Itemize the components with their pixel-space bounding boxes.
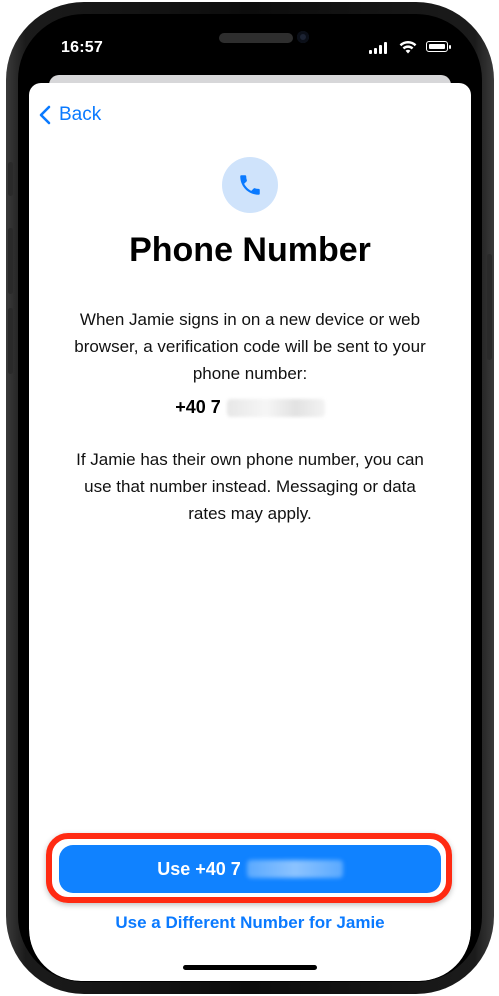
back-button[interactable]: Back (39, 101, 101, 129)
description-text: When Jamie signs in on a new device or w… (74, 310, 426, 383)
cellular-signal-icon (369, 42, 393, 54)
status-time: 16:57 (61, 39, 103, 56)
volume-down-button (8, 308, 13, 374)
redacted-number (226, 398, 325, 417)
phone-number-display: +40 7 (29, 397, 471, 418)
use-number-label: Use +40 7 (157, 858, 241, 879)
phone-icon (222, 157, 278, 213)
back-label: Back (59, 104, 102, 125)
speaker-grille (219, 33, 293, 43)
home-indicator[interactable] (183, 965, 317, 970)
front-camera (297, 31, 309, 43)
wifi-icon (399, 40, 417, 54)
volume-up-button (8, 228, 13, 294)
redacted-number-button (246, 860, 343, 878)
page-title: Phone Number (129, 231, 371, 269)
secondary-description: If Jamie has their own phone number, you… (76, 450, 424, 523)
screen: 16:57 Back Phone Number When Jamie signs… (29, 17, 471, 981)
battery-icon (426, 41, 451, 52)
power-button (487, 254, 492, 360)
silent-switch (8, 162, 13, 196)
modal-sheet: Back Phone Number When Jamie signs in on… (29, 83, 471, 981)
use-different-number-button[interactable]: Use a Different Number for Jamie (29, 913, 471, 933)
phone-number-prefix: +40 7 (175, 397, 221, 417)
chevron-left-icon (39, 105, 51, 125)
use-number-button[interactable]: Use +40 7 (59, 845, 441, 893)
